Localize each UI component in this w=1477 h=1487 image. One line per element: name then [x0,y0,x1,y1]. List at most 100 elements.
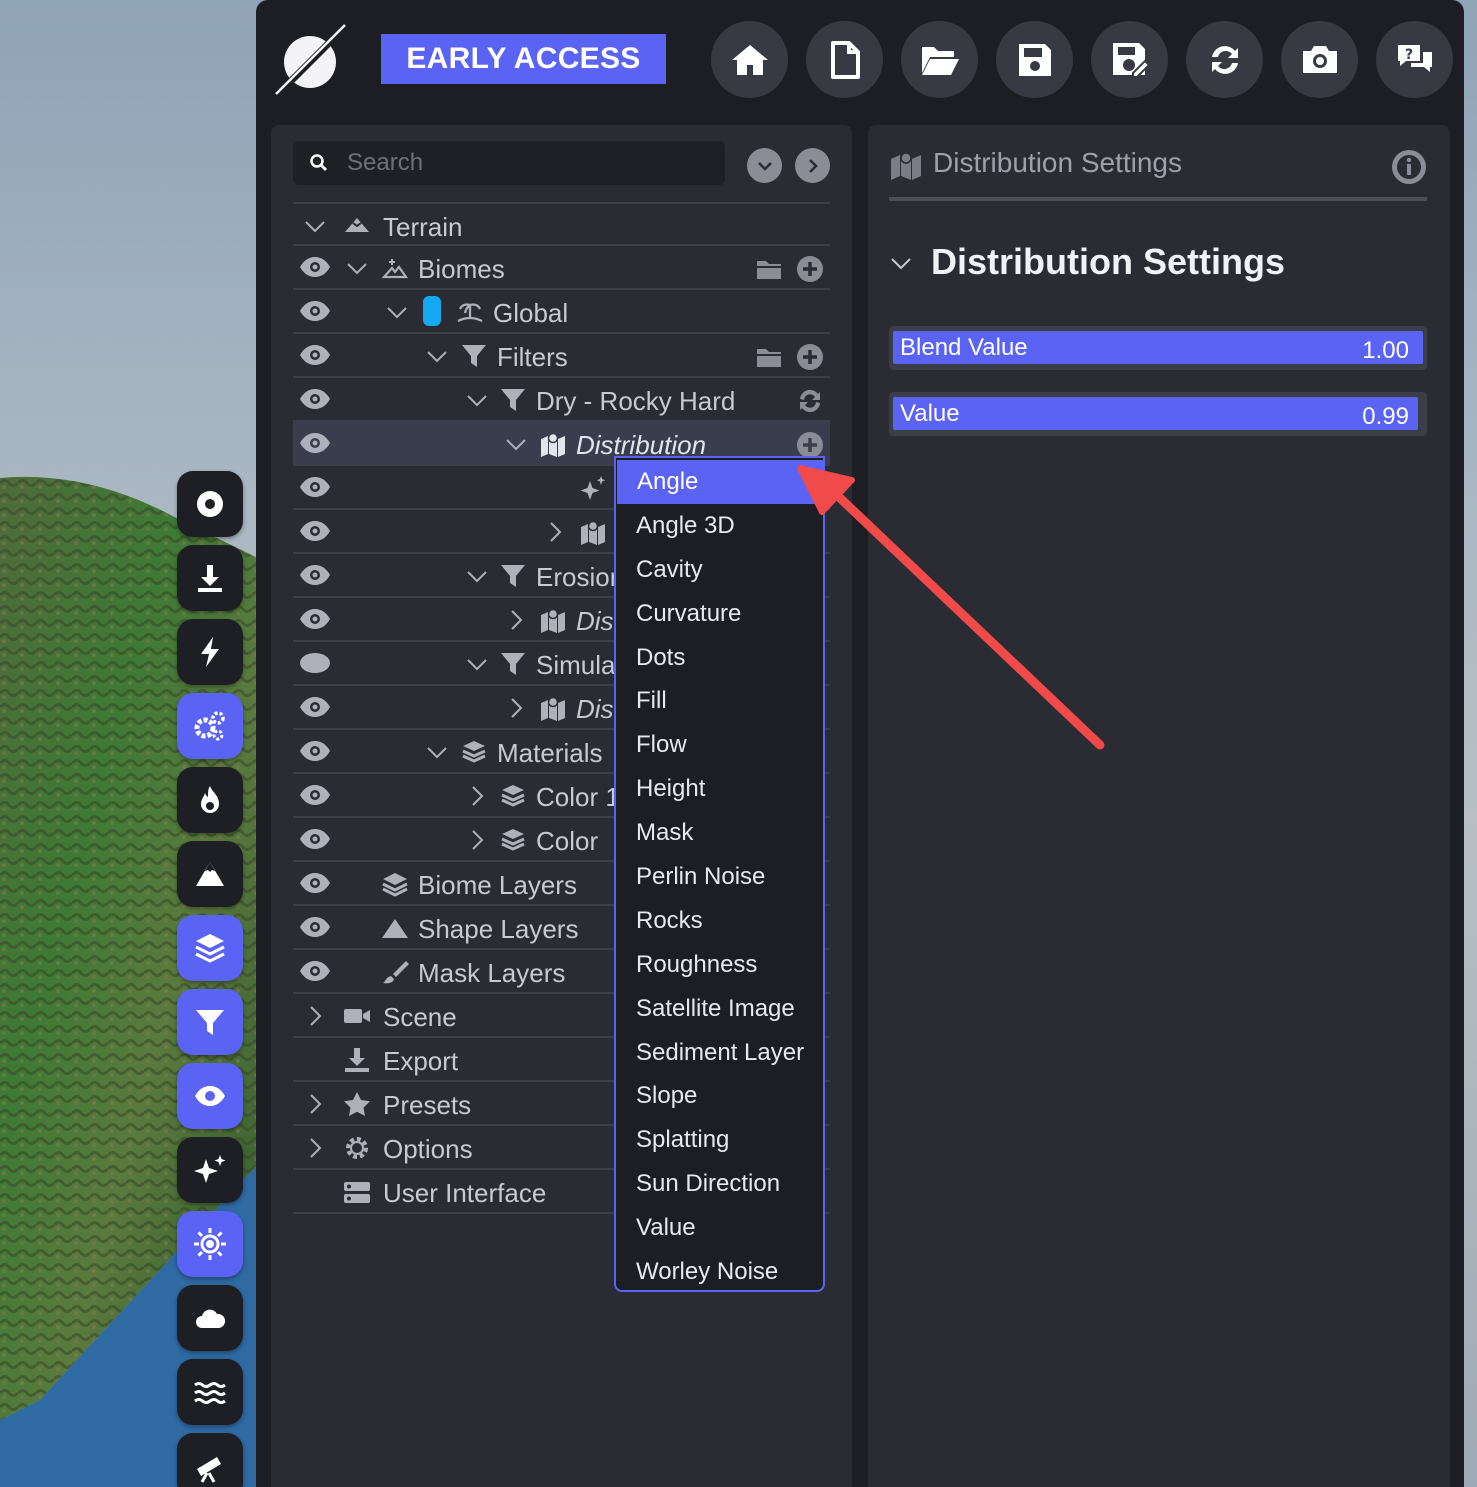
chevron-right-icon[interactable] [303,1004,327,1028]
menu-item-perlin-noise[interactable]: Perlin Noise [616,855,823,899]
chevron-down-icon[interactable] [345,256,369,280]
eye-icon[interactable] [299,828,331,850]
mountain-tool-button[interactable] [177,841,243,907]
fire-tool-button[interactable] [177,767,243,833]
eye-tool-button[interactable] [177,1063,243,1129]
folder-icon[interactable] [755,343,783,371]
menu-item-angle[interactable]: Angle [617,460,823,504]
menu-item-worley-noise[interactable]: Worley Noise [616,1250,823,1294]
collapse-all-button[interactable] [747,148,782,183]
menu-item-rocks[interactable]: Rocks [616,899,823,943]
menu-item-flow[interactable]: Flow [616,723,823,767]
download-tool-button[interactable] [177,545,243,611]
filter-icon [462,345,486,367]
menu-item-satellite-image[interactable]: Satellite Image [616,987,823,1031]
chevron-down-icon[interactable] [385,300,409,324]
menu-item-dots[interactable]: Dots [616,636,823,680]
eye-icon[interactable] [299,300,331,322]
save-button[interactable] [996,21,1073,98]
svg-text:?: ? [1404,47,1412,63]
eye-icon[interactable] [299,696,331,718]
gears-tool-button[interactable] [177,693,243,759]
eye-icon[interactable] [299,388,331,410]
chevron-down-icon[interactable] [465,652,489,676]
search-input[interactable] [347,149,725,177]
menu-item-sediment-layer[interactable]: Sediment Layer [616,1031,823,1075]
add-icon[interactable] [796,343,824,371]
eye-icon[interactable] [299,520,331,542]
add-icon[interactable] [796,431,824,459]
eye-icon[interactable] [299,432,331,454]
refresh-icon[interactable] [796,387,824,415]
chevron-right-icon[interactable] [465,828,489,852]
chevron-down-icon[interactable] [465,564,489,588]
new-file-button[interactable] [806,21,883,98]
eye-icon[interactable] [299,344,331,366]
menu-item-angle-3d[interactable]: Angle 3D [616,504,823,548]
eye-icon[interactable] [299,256,331,278]
value-slider[interactable]: Value 0.99 [889,392,1427,436]
tree-row-terrain[interactable]: Terrain [293,202,830,246]
folder-icon[interactable] [755,255,783,283]
menu-item-sun-direction[interactable]: Sun Direction [616,1162,823,1206]
add-icon[interactable] [796,255,824,283]
camera-button[interactable] [1281,21,1358,98]
layers-tool-button[interactable] [177,915,243,981]
tree-label: Color 1 [536,782,620,812]
home-button[interactable] [711,21,788,98]
blend-value-slider[interactable]: Blend Value 1.00 [889,326,1427,370]
eye-icon[interactable] [299,872,331,894]
save-as-button[interactable] [1091,21,1168,98]
menu-item-curvature[interactable]: Curvature [616,592,823,636]
chevron-down-icon[interactable] [465,388,489,412]
menu-item-height[interactable]: Height [616,767,823,811]
eye-icon[interactable] [299,740,331,762]
telescope-tool-button[interactable] [177,1433,243,1487]
chevron-down-icon[interactable] [425,344,449,368]
open-folder-button[interactable] [901,21,978,98]
chevron-right-icon[interactable] [465,784,489,808]
tree-row-filters[interactable]: Filters [293,334,830,378]
chevron-right-icon[interactable] [504,696,528,720]
tree-row-biomes[interactable]: Biomes [293,246,830,290]
eye-icon[interactable] [299,784,331,806]
lightning-tool-button[interactable] [177,619,243,685]
eye-hidden-icon[interactable] [299,652,331,674]
tree-row-global[interactable]: Global [293,290,830,334]
help-chat-button[interactable]: ? [1376,21,1453,98]
eye-icon[interactable] [299,564,331,586]
chevron-right-icon[interactable] [303,1092,327,1116]
eye-icon[interactable] [299,916,331,938]
eye-icon[interactable] [299,476,331,498]
sun-tool-button[interactable] [177,1211,243,1277]
menu-item-roughness[interactable]: Roughness [616,943,823,987]
eye-icon[interactable] [299,608,331,630]
filter-tool-button[interactable] [177,989,243,1055]
tree-label: Erosior [536,562,619,592]
chevron-down-icon[interactable] [425,740,449,764]
sparkles-tool-button[interactable] [177,1137,243,1203]
chevron-down-icon[interactable] [303,214,327,238]
water-tool-button[interactable] [177,1359,243,1425]
menu-item-cavity[interactable]: Cavity [616,548,823,592]
menu-item-slope[interactable]: Slope [616,1074,823,1118]
biome-color-swatch[interactable] [423,296,441,326]
menu-item-fill[interactable]: Fill [616,679,823,723]
info-icon[interactable] [1391,149,1427,185]
planet-logo-icon [274,23,349,98]
chevron-right-icon[interactable] [303,1136,327,1160]
chevron-down-icon[interactable] [504,432,528,456]
circle-target-tool-button[interactable] [177,471,243,537]
chevron-right-icon[interactable] [543,520,567,544]
refresh-button[interactable] [1186,21,1263,98]
chevron-right-icon[interactable] [504,608,528,632]
eye-icon[interactable] [299,960,331,982]
expand-all-button[interactable] [795,148,830,183]
menu-item-splatting[interactable]: Splatting [616,1118,823,1162]
cloud-tool-button[interactable] [177,1285,243,1351]
tree-row-dry-rocky-hard[interactable]: Dry - Rocky Hard [293,378,830,422]
chevron-down-icon[interactable] [889,251,913,275]
gears-icon [194,711,225,741]
menu-item-value[interactable]: Value [616,1206,823,1250]
menu-item-mask[interactable]: Mask [616,811,823,855]
